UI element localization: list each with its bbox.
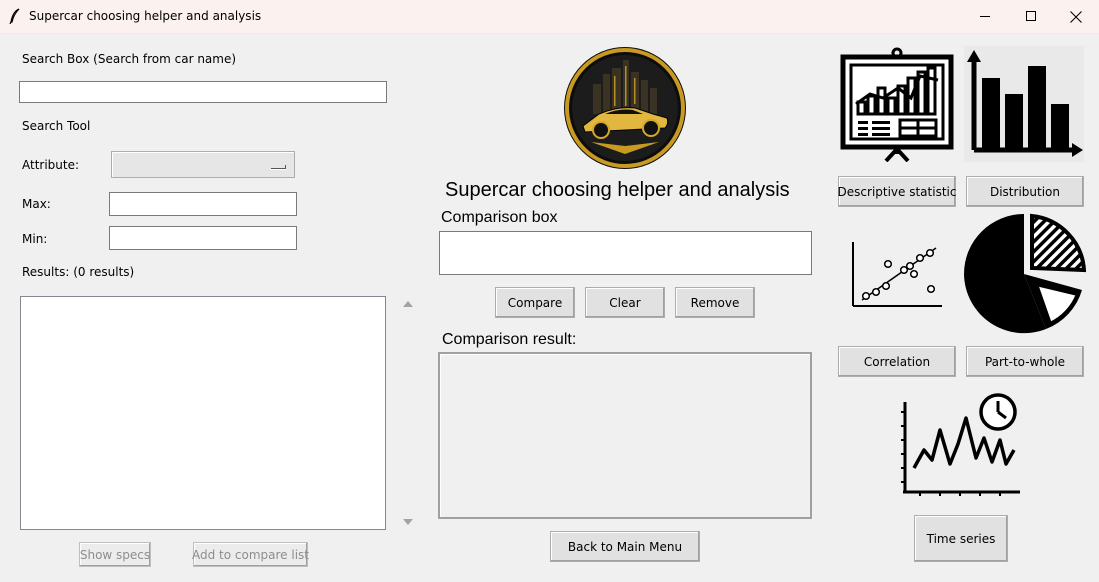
time-series-icon (901, 393, 1020, 496)
distribution-button[interactable]: Distribution (966, 176, 1084, 207)
time-series-button[interactable]: Time series (914, 515, 1008, 562)
back-to-main-menu-button[interactable]: Back to Main Menu (550, 531, 700, 562)
title-bar: Supercar choosing helper and analysis (0, 0, 1099, 34)
results-scrollbar[interactable] (398, 296, 418, 530)
comparison-box-input[interactable] (439, 231, 812, 275)
app-heading: Supercar choosing helper and analysis (445, 179, 790, 201)
close-button[interactable] (1053, 0, 1099, 33)
maximize-icon (1025, 11, 1036, 21)
max-input[interactable] (109, 192, 297, 216)
bar-chart-icon (964, 46, 1084, 162)
scroll-up-arrow-icon[interactable] (403, 300, 413, 308)
descriptive-statistic-button[interactable]: Descriptive statistic (838, 176, 956, 207)
add-to-compare-button[interactable]: Add to compare list (192, 542, 309, 567)
results-label: Results: (0 results) (22, 265, 135, 279)
supercar-logo (564, 47, 686, 169)
comparison-result-label: Comparison result: (442, 331, 577, 348)
comparison-box-label: Comparison box (441, 209, 558, 226)
min-label: Min: (22, 232, 48, 246)
results-list[interactable] (20, 296, 386, 530)
remove-button[interactable]: Remove (675, 287, 755, 318)
max-label: Max: (22, 197, 51, 211)
pie-chart-icon (964, 213, 1086, 334)
part-to-whole-button[interactable]: Part-to-whole (966, 346, 1084, 377)
show-specs-button[interactable]: Show specs (79, 542, 151, 567)
attribute-label: Attribute: (22, 158, 80, 172)
min-input[interactable] (109, 226, 297, 250)
compare-button[interactable]: Compare (495, 287, 575, 318)
minimize-icon (979, 16, 990, 17)
scroll-down-arrow-icon[interactable] (403, 518, 413, 526)
close-icon (1070, 10, 1082, 23)
search-tool-label: Search Tool (22, 119, 91, 133)
comparison-result-area (438, 352, 812, 519)
attribute-select[interactable] (111, 151, 295, 178)
correlation-button[interactable]: Correlation (838, 346, 956, 377)
minimize-button[interactable] (962, 0, 1008, 33)
scatter-plot-icon (852, 242, 942, 307)
window-title: Supercar choosing helper and analysis (29, 9, 262, 23)
feather-icon (9, 8, 20, 24)
search-box-label: Search Box (Search from car name) (22, 52, 237, 66)
dropdown-indicator-icon (271, 165, 286, 169)
presentation-chart-icon (840, 47, 954, 162)
search-input[interactable] (19, 81, 387, 103)
maximize-button[interactable] (1008, 0, 1054, 33)
clear-button[interactable]: Clear (585, 287, 665, 318)
